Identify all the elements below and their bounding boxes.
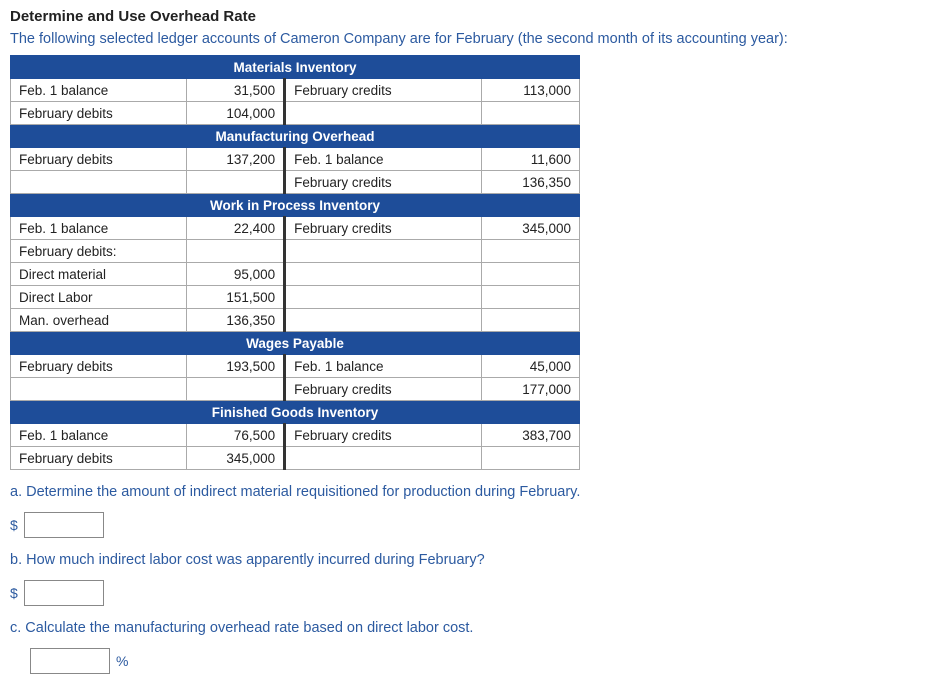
table-row: Feb. 1 balance 76,500 February credits 3… [11,424,580,447]
cell-value [481,286,579,309]
cell-value: 345,000 [481,217,579,240]
section-header-wages: Wages Payable [11,332,580,355]
cell-value: 345,000 [186,447,284,470]
cell-value: 151,500 [186,286,284,309]
table-row: February debits 104,000 [11,102,580,125]
cell-value: 193,500 [186,355,284,378]
cell-label: February credits [285,378,482,401]
cell-value [186,240,284,263]
cell-value: 177,000 [481,378,579,401]
cell-value: 11,600 [481,148,579,171]
cell-value: 136,350 [186,309,284,332]
cell-value: 95,000 [186,263,284,286]
table-row: February credits 136,350 [11,171,580,194]
question-b: b. How much indirect labor cost was appa… [10,552,934,568]
table-row: February debits 137,200 Feb. 1 balance 1… [11,148,580,171]
cell-label: February debits [11,102,187,125]
table-row: February debits 345,000 [11,447,580,470]
cell-label [285,447,482,470]
cell-value [186,378,284,401]
cell-label: February debits: [11,240,187,263]
cell-label: February credits [285,79,482,102]
cell-label: February debits [11,355,187,378]
cell-label: Direct Labor [11,286,187,309]
cell-label [11,171,187,194]
question-c: c. Calculate the manufacturing overhead … [10,620,934,636]
answer-input-b[interactable] [24,580,104,606]
cell-label: Feb. 1 balance [11,217,187,240]
cell-label: Feb. 1 balance [285,148,482,171]
table-row: February debits 193,500 Feb. 1 balance 4… [11,355,580,378]
cell-label: Feb. 1 balance [285,355,482,378]
cell-label [285,309,482,332]
cell-value [481,447,579,470]
table-row: Direct Labor 151,500 [11,286,580,309]
dollar-sign: $ [10,517,18,533]
cell-label: Feb. 1 balance [11,79,187,102]
cell-value: 45,000 [481,355,579,378]
cell-value [481,309,579,332]
cell-label [285,102,482,125]
intro-text: The following selected ledger accounts o… [10,31,934,47]
cell-label [11,378,187,401]
answer-input-c[interactable] [30,648,110,674]
cell-value: 31,500 [186,79,284,102]
cell-label [285,240,482,263]
cell-value [186,171,284,194]
cell-value: 136,350 [481,171,579,194]
section-header-wip: Work in Process Inventory [11,194,580,217]
cell-value: 104,000 [186,102,284,125]
table-row: Direct material 95,000 [11,263,580,286]
dollar-sign: $ [10,585,18,601]
cell-label: February credits [285,424,482,447]
page-title: Determine and Use Overhead Rate [10,8,934,25]
answer-input-a[interactable] [24,512,104,538]
cell-label [285,263,482,286]
cell-value [481,102,579,125]
cell-value: 383,700 [481,424,579,447]
table-row: February debits: [11,240,580,263]
cell-label: Feb. 1 balance [11,424,187,447]
table-row: Feb. 1 balance 31,500 February credits 1… [11,79,580,102]
cell-label: February credits [285,171,482,194]
cell-value: 137,200 [186,148,284,171]
section-header-manufacturing: Manufacturing Overhead [11,125,580,148]
cell-label: Direct material [11,263,187,286]
cell-value [481,240,579,263]
cell-label [285,286,482,309]
cell-label: February debits [11,447,187,470]
table-row: February credits 177,000 [11,378,580,401]
table-row: Feb. 1 balance 22,400 February credits 3… [11,217,580,240]
section-header-finished: Finished Goods Inventory [11,401,580,424]
section-header-materials: Materials Inventory [11,56,580,79]
cell-label: February credits [285,217,482,240]
table-row: Man. overhead 136,350 [11,309,580,332]
question-a: a. Determine the amount of indirect mate… [10,484,934,500]
percent-sign: % [116,653,128,669]
ledger-table: Materials Inventory Feb. 1 balance 31,50… [10,55,580,470]
cell-value: 76,500 [186,424,284,447]
cell-value: 113,000 [481,79,579,102]
cell-label: Man. overhead [11,309,187,332]
cell-label: February debits [11,148,187,171]
cell-value [481,263,579,286]
cell-value: 22,400 [186,217,284,240]
